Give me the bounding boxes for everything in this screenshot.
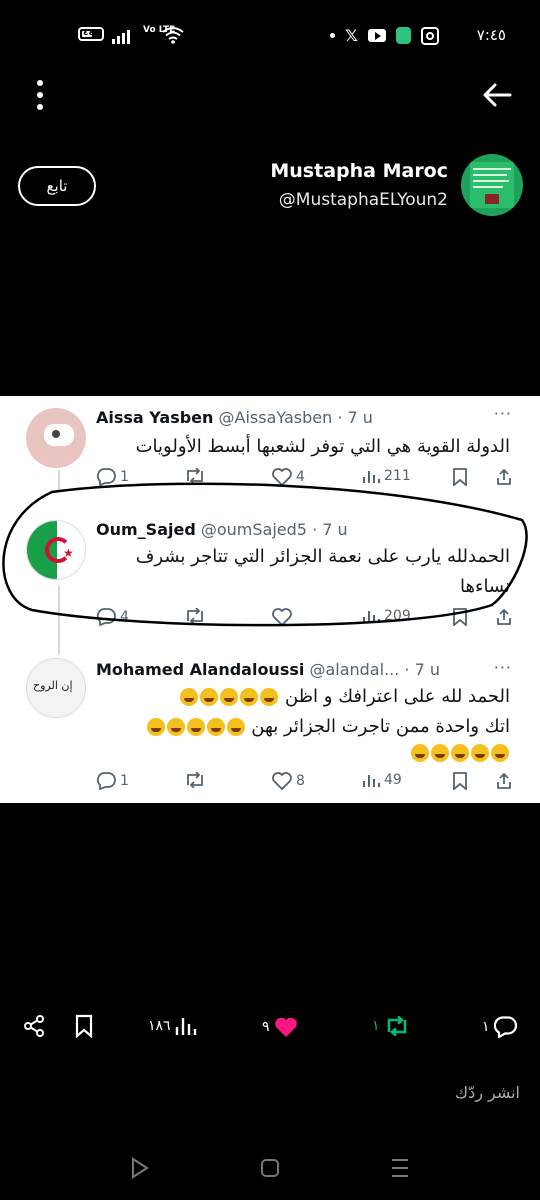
rofl-emoji <box>220 688 239 706</box>
rofl-emoji <box>226 718 245 736</box>
tweet-text: اتك واحدة ممن تاجرت الجزائر بهن <box>251 716 510 737</box>
bookmark-icon[interactable] <box>74 1014 94 1038</box>
profile-name[interactable]: Mustapha Maroc <box>270 160 448 182</box>
avatar-calligraphy: إن الروح <box>33 679 73 692</box>
share-icon[interactable] <box>22 1014 46 1038</box>
tweet-text: الدولة القوية هي التي توفر لشعبها أبسط ا… <box>135 436 510 457</box>
clock: ٧:٤٥ <box>476 26 506 44</box>
reply-button[interactable]: ١ <box>482 1016 518 1038</box>
heart-filled-icon <box>274 1017 297 1037</box>
tweet-header: Mohamed Alandaloussi @alandal... · 7 u <box>96 660 440 679</box>
laughing-emoji <box>471 744 489 762</box>
rofl-emoji <box>166 718 185 736</box>
tweet-actions: 1 8 49 <box>96 772 516 796</box>
battery-icon: ٤٤ <box>78 27 104 41</box>
views-icon <box>363 775 380 787</box>
author-name: Aissa Yasben <box>96 408 214 427</box>
like-icon <box>272 772 292 790</box>
retweet-count: ١ <box>372 1018 380 1034</box>
bookmark-icon <box>453 772 467 790</box>
recents-nav-icon[interactable] <box>390 1157 410 1179</box>
tweet-header: Aissa Yasben @AissaYasben · 7 u <box>96 408 373 427</box>
like-count: ٩ <box>262 1019 270 1035</box>
home-nav-icon[interactable] <box>260 1158 280 1178</box>
retweet-active-icon <box>387 1016 406 1036</box>
author-handle: @AissaYasben <box>218 408 333 427</box>
back-arrow-icon[interactable] <box>482 82 512 108</box>
tweet-text: الحمد لله على اعترافك و اظن <box>285 686 510 707</box>
green-app-icon <box>395 27 411 44</box>
views-count: ١٨٦ <box>148 1018 171 1034</box>
reply-icon <box>493 1016 517 1038</box>
laughing-emoji <box>240 688 259 706</box>
more-options-icon[interactable] <box>30 80 50 112</box>
wifi-icon <box>162 27 184 44</box>
profile-handle[interactable]: @MustaphaELYoun2 <box>279 190 448 210</box>
laughing-emoji <box>260 688 279 706</box>
reply-input[interactable]: انشر ردّك <box>455 1083 520 1102</box>
tweet-text-line-1: الحمد لله على اعترافك و اظن <box>90 682 510 712</box>
author-name: Mohamed Alandaloussi <box>96 660 305 679</box>
system-nav-bar <box>0 1145 540 1185</box>
status-bar: ٤٤ Vo LTE 𝕏 ٧:٤٥ <box>0 0 540 70</box>
more-icon: ··· <box>493 404 512 423</box>
author-handle: @alandal... <box>309 660 400 679</box>
dot-icon <box>330 33 335 38</box>
like-count: 8 <box>296 773 305 789</box>
tweet-screenshot[interactable]: Aissa Yasben @AissaYasben · 7 u ··· الدو… <box>0 396 540 803</box>
follow-label: تابع <box>46 177 68 195</box>
rofl-emoji <box>186 718 205 736</box>
follow-button[interactable]: تابع <box>18 166 96 206</box>
avatar: إن الروح <box>26 658 86 718</box>
tweet-text-line-3 <box>90 738 510 768</box>
laughing-emoji <box>491 744 509 762</box>
like-button[interactable]: ٩ <box>262 1016 298 1038</box>
laughing-emoji <box>451 744 469 762</box>
avatar <box>26 408 86 468</box>
retweet-button[interactable]: ١ <box>372 1016 410 1036</box>
more-icon: ··· <box>493 658 512 677</box>
youtube-icon <box>367 29 386 42</box>
hand-drawn-circle <box>2 482 528 627</box>
laughing-emoji <box>431 744 449 762</box>
retweet-icon <box>187 772 203 788</box>
rofl-emoji <box>146 718 165 736</box>
instagram-icon <box>420 26 439 45</box>
reply-icon <box>96 772 116 790</box>
rofl-emoji <box>180 688 199 706</box>
x-app-icon: 𝕏 <box>345 26 358 45</box>
tweet-time: · 7 u <box>404 660 440 679</box>
signal-icon <box>112 30 130 44</box>
tweet-time: · 7 u <box>337 408 373 427</box>
profile-avatar[interactable] <box>461 154 523 216</box>
rofl-emoji <box>200 688 219 706</box>
views-count: 49 <box>384 772 402 788</box>
rofl-emoji <box>206 718 225 736</box>
back-nav-icon[interactable] <box>130 1157 150 1179</box>
share-icon <box>497 772 511 789</box>
views-button[interactable]: ١٨٦ <box>148 1016 197 1036</box>
post-action-bar: ١٨٦ ٩ ١ ١ <box>0 1010 540 1044</box>
laughing-emoji <box>411 744 429 762</box>
reply-count: 1 <box>120 773 129 789</box>
views-icon <box>175 1018 196 1035</box>
reply-count: ١ <box>482 1019 490 1035</box>
